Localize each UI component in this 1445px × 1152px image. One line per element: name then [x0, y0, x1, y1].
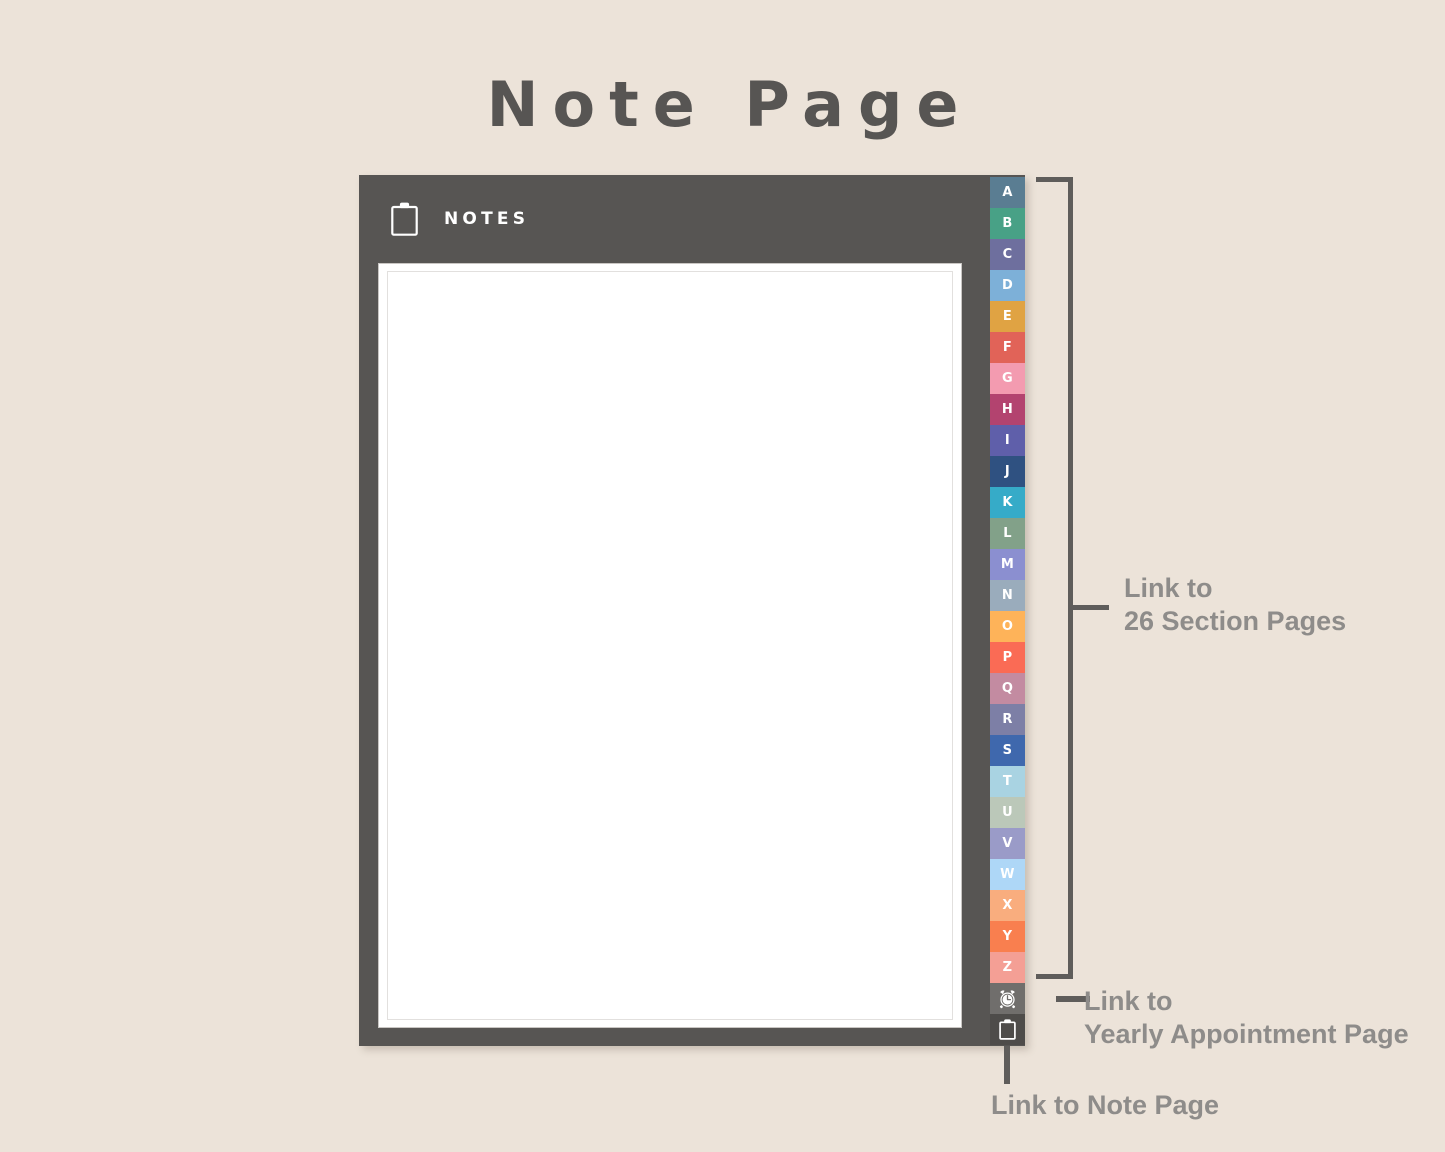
alphabet-tab-u[interactable]: U	[990, 797, 1025, 828]
quick-link-icons[interactable]	[990, 983, 1025, 1046]
notes-header-label: NOTES	[444, 209, 530, 229]
alphabet-tab-label: H	[1001, 402, 1014, 417]
alphabet-tab-label: J	[1004, 464, 1011, 479]
alphabet-tab-q[interactable]: Q	[990, 673, 1025, 704]
sections-bracket-spine	[1068, 177, 1073, 979]
alphabet-tab-label: R	[1002, 712, 1013, 727]
alphabet-tab-h[interactable]: H	[990, 394, 1025, 425]
annotation-appointment-page-line2: Yearly Appointment Page	[1084, 1019, 1409, 1050]
alphabet-tab-n[interactable]: N	[990, 580, 1025, 611]
alphabet-tab-label: M	[1000, 557, 1015, 572]
alphabet-tab-a[interactable]: A	[990, 177, 1025, 208]
alphabet-tab-label: X	[1002, 898, 1013, 913]
annotation-section-pages: Link to 26 Section Pages	[1124, 572, 1346, 638]
sections-bracket-arm	[1068, 605, 1109, 610]
alarm-clock-icon	[999, 990, 1016, 1009]
alphabet-tab-m[interactable]: M	[990, 549, 1025, 580]
note-page-callout-line	[1004, 1046, 1010, 1084]
alphabet-tab-label: P	[1002, 650, 1013, 665]
note-page-preview: Note Page N O T E S A B C D E F G H I J K L M N O P Q R S T U V W X…	[0, 0, 1445, 1152]
alphabet-tab-label: K	[1002, 495, 1013, 510]
alphabet-tab-j[interactable]: J	[990, 456, 1025, 487]
alphabet-tab-label: O	[1001, 619, 1014, 634]
alphabet-tab-z[interactable]: Z	[990, 952, 1025, 983]
alphabet-tab-c[interactable]: C	[990, 239, 1025, 270]
annotation-note-page-line1: Link to Note Page	[991, 1090, 1220, 1120]
alphabet-tab-strip[interactable]: A B C D E F G H I J K L M N O P Q R S T U V W X Y Z	[990, 177, 1025, 983]
clipboard-icon	[999, 1019, 1016, 1040]
alphabet-tab-k[interactable]: K	[990, 487, 1025, 518]
alphabet-tab-o[interactable]: O	[990, 611, 1025, 642]
alphabet-tab-e[interactable]: E	[990, 301, 1025, 332]
alphabet-tab-y[interactable]: Y	[990, 921, 1025, 952]
alphabet-tab-d[interactable]: D	[990, 270, 1025, 301]
alphabet-tab-t[interactable]: T	[990, 766, 1025, 797]
alphabet-tab-label: G	[1002, 371, 1013, 386]
alphabet-tab-label: A	[1002, 185, 1013, 200]
annotation-section-pages-line1: Link to	[1124, 573, 1213, 603]
alphabet-tab-label: Y	[1002, 929, 1013, 944]
planner-panel: N O T E S	[359, 175, 1025, 1046]
alphabet-tab-label: L	[1003, 526, 1012, 541]
alphabet-tab-label: V	[1002, 836, 1013, 851]
alphabet-tab-label: U	[1002, 805, 1013, 820]
alphabet-tab-w[interactable]: W	[990, 859, 1025, 890]
annotation-appointment-page-line1: Link to	[1084, 986, 1173, 1016]
annotation-section-pages-line2: 26 Section Pages	[1124, 606, 1347, 637]
alphabet-tab-f[interactable]: F	[990, 332, 1025, 363]
annotation-note-page: Link to Note Page	[991, 1089, 1219, 1122]
sections-bracket-bottom-stub	[1036, 974, 1073, 979]
note-page-link-button[interactable]	[990, 1014, 1025, 1045]
notes-lines-container[interactable]	[387, 271, 953, 1020]
alphabet-tab-l[interactable]: L	[990, 518, 1025, 549]
notes-header: NOTES	[359, 175, 981, 263]
page-title: Note Page	[486, 68, 973, 141]
alphabet-tab-label: S	[1002, 743, 1013, 758]
alphabet-tab-label: I	[1004, 433, 1011, 448]
alphabet-tab-label: F	[1002, 340, 1013, 355]
alphabet-tab-s[interactable]: S	[990, 735, 1025, 766]
clipboard-icon	[391, 202, 418, 236]
annotation-appointment-page: Link to Yearly Appointment Page	[1084, 985, 1409, 1051]
alphabet-tab-label: W	[1000, 867, 1015, 882]
alphabet-tab-v[interactable]: V	[990, 828, 1025, 859]
yearly-appointment-link-button[interactable]	[990, 983, 1025, 1014]
alphabet-tab-label: Q	[1001, 681, 1014, 696]
alphabet-tab-label: C	[1002, 247, 1013, 262]
alphabet-tab-label: D	[1001, 278, 1014, 293]
alphabet-tab-label: B	[1002, 216, 1013, 231]
alphabet-tab-label: N	[1001, 588, 1014, 603]
alphabet-tab-r[interactable]: R	[990, 704, 1025, 735]
alphabet-tab-x[interactable]: X	[990, 890, 1025, 921]
notes-writing-area[interactable]	[378, 263, 962, 1028]
alphabet-tab-label: Z	[1002, 960, 1013, 975]
alphabet-tab-g[interactable]: G	[990, 363, 1025, 394]
alphabet-tab-label: T	[1002, 774, 1013, 789]
alphabet-tab-b[interactable]: B	[990, 208, 1025, 239]
alphabet-tab-i[interactable]: I	[990, 425, 1025, 456]
alphabet-tab-p[interactable]: P	[990, 642, 1025, 673]
sections-bracket-top-stub	[1036, 177, 1073, 182]
alphabet-tab-label: E	[1002, 309, 1013, 324]
